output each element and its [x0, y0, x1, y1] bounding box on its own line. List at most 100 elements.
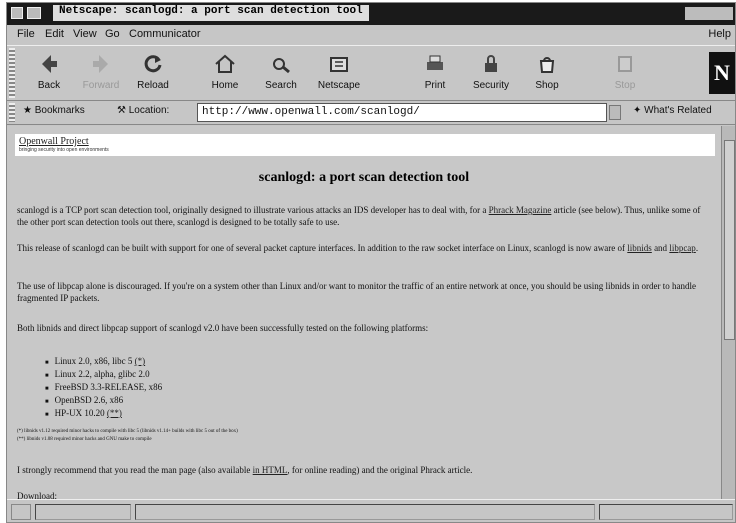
list-item: Linux 2.2, alpha, glibc 2.0	[45, 369, 162, 382]
netscape-button[interactable]: Netscape	[311, 50, 367, 96]
back-arrow-icon	[42, 55, 57, 73]
shop-label: Shop	[535, 80, 559, 91]
menu-help[interactable]: Help	[708, 28, 731, 40]
progress-field	[35, 504, 131, 520]
scrollbar-thumb[interactable]	[724, 140, 735, 340]
libpcap-paragraph: The use of libpcap alone is discouraged.…	[17, 281, 697, 303]
location-label-text: Location:	[128, 105, 170, 116]
p5-text-a: I strongly recommend that you read the m…	[17, 465, 253, 475]
print-label: Print	[424, 80, 446, 91]
list-item: HP-UX 10.20 (**)	[45, 408, 162, 421]
page-content: Openwall Project bringing security into …	[7, 126, 721, 499]
stop-label: Stop	[614, 80, 636, 91]
platform-name: OpenBSD 2.6, x86	[54, 395, 124, 405]
security-button[interactable]: Security	[463, 50, 519, 96]
openwall-banner: Openwall Project bringing security into …	[15, 134, 715, 156]
openwall-project-link[interactable]: Openwall Project	[19, 136, 711, 147]
status-bar	[7, 499, 735, 522]
netscape-logo[interactable]: N	[709, 52, 735, 94]
in-html-link[interactable]: in HTML	[253, 465, 288, 475]
menu-bar: File Edit View Go Communicator Help	[7, 25, 735, 45]
p2-and: and	[651, 243, 670, 253]
netscape-label: Netscape	[317, 80, 361, 91]
platform-list: Linux 2.0, x86, libc 5 (*) Linux 2.2, al…	[45, 356, 163, 421]
forward-arrow-icon	[93, 55, 108, 73]
url-field[interactable]: http://www.openwall.com/scanlogd/	[197, 103, 607, 122]
footnote-link[interactable]: (**)	[107, 408, 122, 418]
browser-window: Netscape: scanlogd: a port scan detectio…	[6, 2, 736, 523]
forward-button[interactable]: Forward	[73, 50, 129, 96]
location-bar: ★ Bookmarks ⚒ Location: http://www.openw…	[7, 101, 735, 125]
search-icon	[273, 58, 290, 74]
security-label: Security	[472, 80, 510, 91]
shop-button[interactable]: Shop	[519, 50, 575, 96]
platform-name: HP-UX 10.20	[54, 408, 105, 418]
url-history-dropdown[interactable]	[609, 105, 621, 120]
page-title: scanlogd: a port scan detection tool	[258, 170, 470, 185]
p2-text-a: This release of scanlogd can be built wi…	[17, 243, 628, 253]
menu-edit[interactable]: Edit	[45, 28, 64, 40]
vertical-scrollbar[interactable]	[721, 126, 735, 499]
reload-icon	[144, 55, 162, 73]
back-label: Back	[37, 80, 61, 91]
man-page-paragraph: I strongly recommend that you read the m…	[17, 464, 713, 476]
p5-text-b: , for online reading) and the original P…	[287, 465, 473, 475]
download-heading: Download:	[17, 491, 57, 499]
forward-label: Forward	[82, 80, 120, 91]
location-label: ⚒ Location:	[117, 105, 169, 116]
whats-related-button[interactable]: ✦ What's Related	[633, 105, 712, 116]
menu-file[interactable]: File	[17, 28, 35, 40]
stop-button[interactable]: Stop	[597, 50, 653, 96]
footnote-link[interactable]: (*)	[135, 356, 146, 366]
home-button[interactable]: Home	[197, 50, 253, 96]
back-button[interactable]: Back	[21, 50, 77, 96]
phrack-magazine-link[interactable]: Phrack Magazine	[489, 205, 552, 215]
toolbar-grip[interactable]	[9, 48, 15, 98]
bookmarks-button[interactable]: ★ Bookmarks	[23, 105, 85, 116]
security-lock-icon[interactable]	[11, 504, 31, 520]
component-bar[interactable]	[599, 504, 733, 520]
stop-icon	[618, 56, 632, 72]
menu-go[interactable]: Go	[105, 28, 120, 40]
home-icon	[215, 54, 235, 73]
print-icon	[427, 55, 443, 70]
libnids-link[interactable]: libnids	[627, 243, 652, 253]
print-button[interactable]: Print	[407, 50, 463, 96]
p2-end: .	[695, 243, 699, 253]
reload-label: Reload	[137, 80, 169, 91]
capture-interfaces-paragraph: This release of scanlogd can be built wi…	[17, 242, 713, 254]
window-title: Netscape: scanlogd: a port scan detectio…	[53, 5, 369, 21]
status-message	[135, 504, 595, 520]
platform-name: FreeBSD 3.3-RELEASE, x86	[54, 382, 163, 392]
search-label: Search	[265, 80, 297, 91]
list-item: Linux 2.0, x86, libc 5 (*)	[45, 356, 162, 369]
banner-tagline: bringing security into open environments	[19, 147, 109, 153]
bookmarks-label: Bookmarks	[34, 105, 85, 116]
search-button[interactable]: Search	[253, 50, 309, 96]
home-label: Home	[211, 80, 239, 91]
list-item: OpenBSD 2.6, x86	[45, 395, 162, 408]
lock-icon	[485, 55, 497, 72]
navigation-toolbar: Back Forward Reload Home Search Netscape…	[7, 45, 735, 101]
window-controls[interactable]	[685, 7, 733, 20]
netscape-icon	[330, 57, 348, 72]
related-icon: ✦	[633, 105, 645, 116]
intro-paragraph: scanlogd is a TCP port scan detection to…	[17, 204, 713, 228]
window-menu-button[interactable]	[11, 7, 23, 19]
whats-related-label: What's Related	[644, 105, 712, 116]
libpcap-link[interactable]: libpcap	[669, 243, 696, 253]
window-shade-button[interactable]	[27, 7, 41, 19]
page-proxy-icon[interactable]: ⚒	[117, 105, 129, 116]
platforms-intro: Both libnids and direct libpcap support …	[17, 323, 429, 333]
menu-view[interactable]: View	[73, 28, 97, 40]
shop-icon	[539, 57, 555, 73]
platform-name: Linux 2.2, alpha, glibc 2.0	[54, 369, 150, 379]
menu-communicator[interactable]: Communicator	[129, 28, 201, 40]
platform-name: Linux 2.0, x86, libc 5	[54, 356, 133, 366]
footnote-2: (**) libnids v1.08 required minor hacks …	[17, 437, 152, 442]
footnote-1: (*) libnids v1.12 required minor hacks t…	[17, 429, 238, 434]
reload-button[interactable]: Reload	[125, 50, 181, 96]
bookmark-icon: ★	[23, 105, 35, 116]
list-item: FreeBSD 3.3-RELEASE, x86	[45, 382, 163, 395]
location-bar-grip[interactable]	[9, 103, 15, 122]
